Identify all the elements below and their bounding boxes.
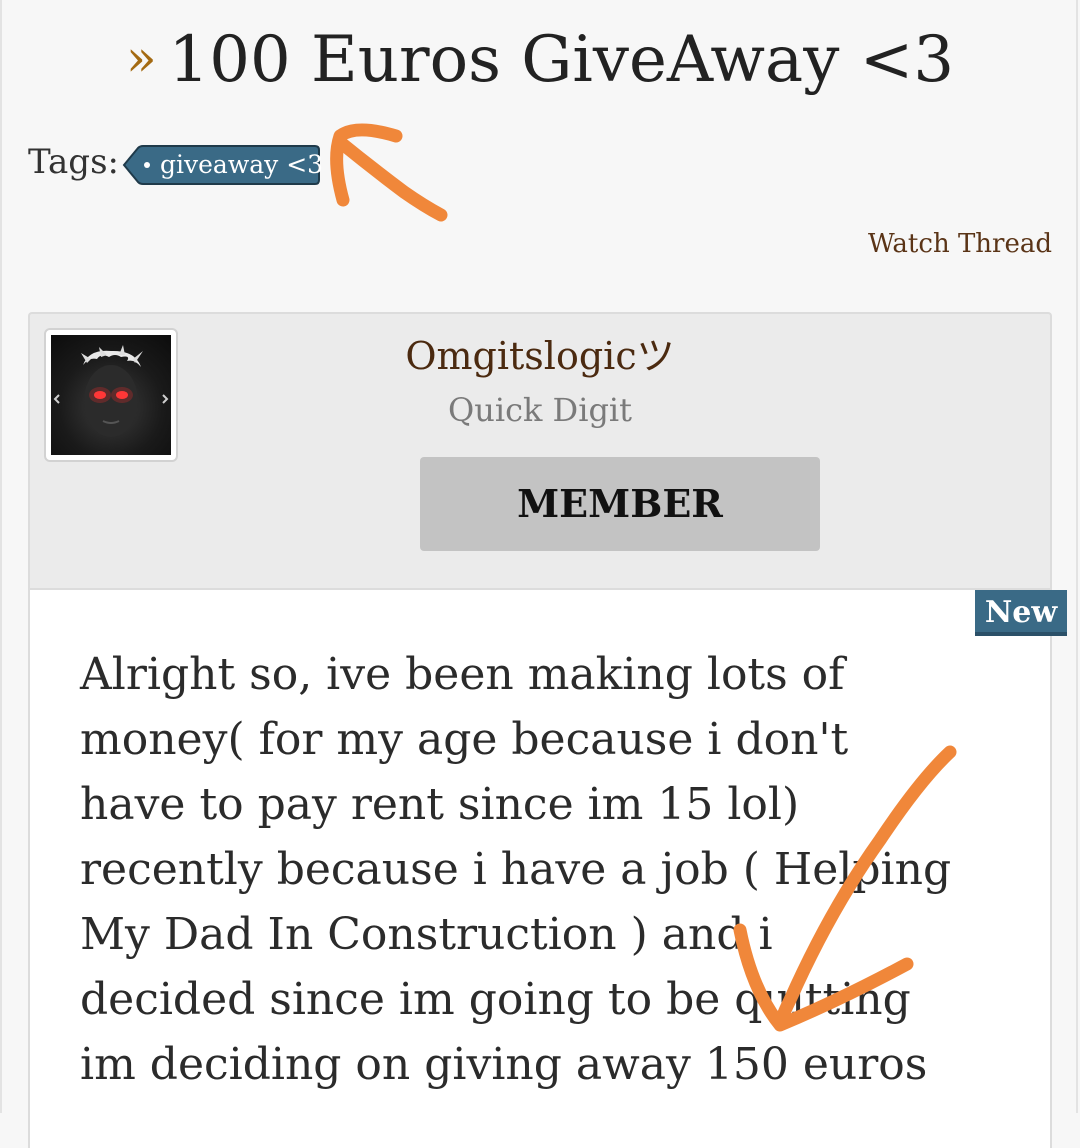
tag-giveaway[interactable]: giveaway <3 <box>122 145 324 185</box>
tag-label: giveaway <3 <box>160 150 324 179</box>
watch-thread-link[interactable]: Watch Thread <box>868 226 1052 262</box>
thread-title: » 100 Euros GiveAway <3 <box>0 22 1080 102</box>
post-user-header: Omgitslogicツ Quick Digit MEMBER <box>28 312 1052 588</box>
rank-badge: MEMBER <box>420 457 820 551</box>
tags-label: Tags: <box>28 142 119 182</box>
user-title: Quick Digit <box>447 391 633 429</box>
username-link[interactable]: Omgitslogicツ <box>30 332 1050 380</box>
thread-title-text: 100 Euros GiveAway <3 <box>168 23 955 97</box>
title-chevron-icon: » <box>125 29 157 87</box>
post-message: Alright so, ive been making lots of mone… <box>80 649 952 1090</box>
new-post-badge: New <box>975 590 1067 636</box>
tag-bullet-icon <box>144 162 150 168</box>
